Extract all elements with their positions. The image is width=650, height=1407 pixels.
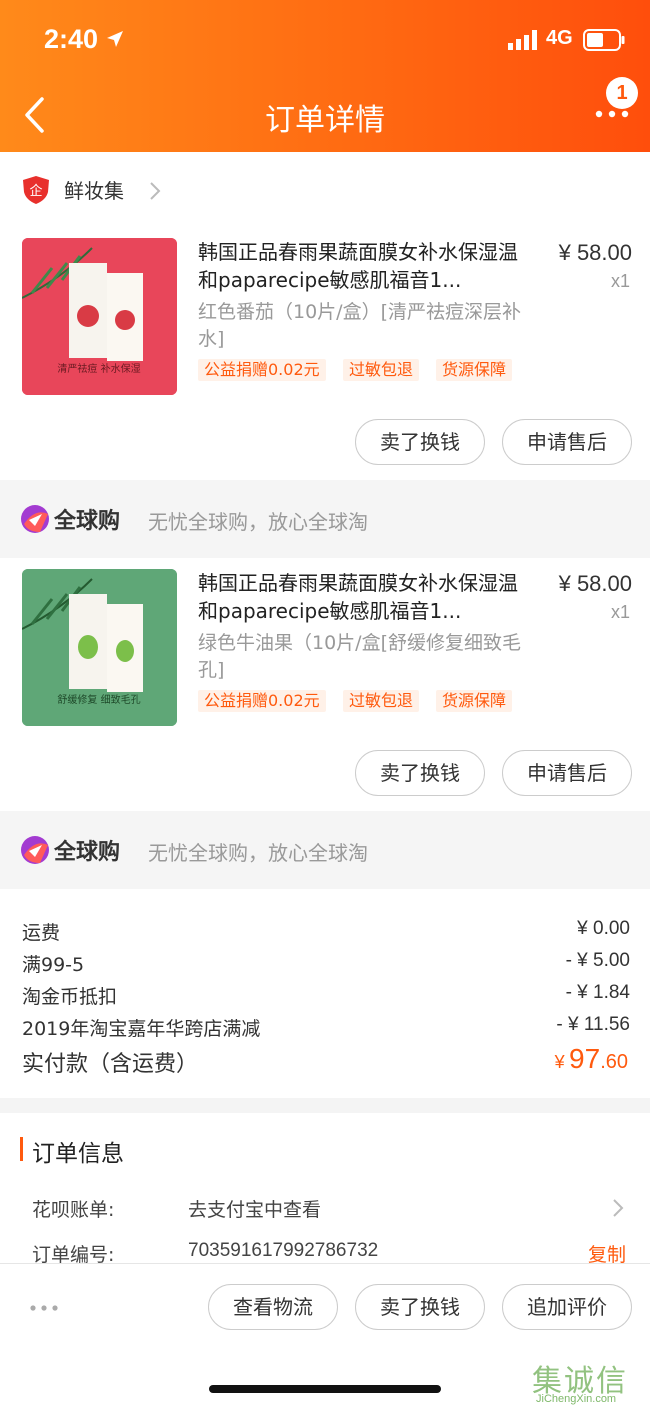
huabei-value[interactable]: 去支付宝中查看 — [188, 1195, 321, 1222]
status-time: 2:40 — [44, 24, 99, 54]
notification-badge: 1 — [606, 77, 638, 109]
svg-text:舒缓修复 细致毛孔: 舒缓修复 细致毛孔 — [57, 693, 140, 706]
product-image-art: 清严祛痘 补水保湿 — [22, 238, 177, 395]
watermark-logo: 集诚信 JiChengXin.com — [532, 1356, 648, 1406]
shop-name[interactable]: 鲜妆集 — [64, 175, 124, 204]
chevron-right-icon[interactable] — [611, 1197, 625, 1219]
product-sku: 红色番茄（10片/盒）[清严祛痘深层补水] — [198, 301, 521, 350]
product-image[interactable]: 舒缓修复 细致毛孔 — [22, 569, 177, 726]
sell-button[interactable]: 卖了换钱 — [355, 1284, 485, 1330]
shield-shop-icon: 企 — [23, 176, 49, 204]
svg-text:全球购: 全球购 — [53, 508, 120, 534]
global-purchase-bar: 全球购 无忧全球购，放心全球淘 — [0, 811, 650, 889]
fee-value: - ¥ 1.84 — [565, 982, 630, 1003]
cellular-signal-icon — [508, 30, 537, 50]
home-indicator[interactable] — [209, 1385, 441, 1393]
fee-label: 运费 — [22, 922, 61, 944]
chevron-right-icon[interactable] — [148, 180, 162, 202]
total-amount: ¥ 97.60 — [555, 1043, 628, 1075]
fee-row-coins: 淘金币抵扣 - ¥ 1.84 — [22, 982, 630, 1012]
add-review-button[interactable]: 追加评价 — [502, 1284, 632, 1330]
tag-charity: 公益捐赠0.02元 — [198, 359, 326, 381]
global-slogan: 无忧全球购，放心全球淘 — [148, 841, 368, 865]
battery-icon — [583, 29, 625, 51]
total-currency: ¥ — [554, 1052, 565, 1072]
huabei-label: 花呗账单: — [32, 1199, 115, 1221]
fee-label: 淘金币抵扣 — [22, 986, 118, 1008]
tag-source-guarantee: 货源保障 — [436, 690, 513, 712]
svg-text:企: 企 — [29, 183, 42, 199]
global-slogan: 无忧全球购，放心全球淘 — [148, 510, 368, 534]
order-number-value: 703591617992786732 — [188, 1240, 379, 1261]
page-title: 订单详情 — [265, 103, 385, 138]
network-type: 4G — [546, 27, 573, 49]
product-image[interactable]: 清严祛痘 补水保湿 — [22, 238, 177, 395]
global-purchase-logo: 全球购 — [21, 505, 120, 534]
tag-source-guarantee: 货源保障 — [436, 359, 513, 381]
fee-label: 2019年淘宝嘉年华跨店满减 — [22, 1018, 261, 1040]
location-arrow-icon — [107, 31, 123, 47]
after-sale-button[interactable]: 申请售后 — [502, 750, 632, 796]
svg-text:全球购: 全球购 — [53, 839, 120, 865]
product-price: ¥ 58.00 — [558, 571, 632, 596]
sell-button[interactable]: 卖了换钱 — [355, 750, 485, 796]
tag-allergy-return: 过敏包退 — [343, 359, 420, 381]
fee-row-shipping: 运费 ¥ 0.00 — [22, 918, 630, 948]
total-label: 实付款（含运费） — [22, 1052, 199, 1077]
product-title[interactable]: 韩国正品春雨果蔬面膜女补水保湿温和paparecipe敏感肌福音1... — [198, 569, 533, 625]
fee-value: - ¥ 5.00 — [565, 950, 630, 971]
total-integer: 97 — [569, 1043, 601, 1074]
view-logistics-button[interactable]: 查看物流 — [208, 1284, 338, 1330]
more-dots-icon[interactable] — [29, 1304, 59, 1312]
section-accent-bar — [20, 1137, 23, 1161]
product-sku: 绿色牛油果（10片/盒[舒缓修复细致毛孔] — [198, 632, 521, 681]
product-image-art: 舒缓修复 细致毛孔 — [22, 569, 177, 726]
sell-button[interactable]: 卖了换钱 — [355, 419, 485, 465]
product-quantity: x1 — [610, 602, 630, 622]
fee-value: ¥ 0.00 — [577, 918, 630, 939]
product-price: ¥ 58.00 — [558, 240, 632, 265]
more-dots-icon[interactable] — [594, 107, 630, 121]
svg-text:清严祛痘 补水保湿: 清严祛痘 补水保湿 — [57, 362, 140, 375]
global-purchase-logo: 全球购 — [21, 836, 120, 865]
watermark-url: JiChengXin.com — [536, 1393, 617, 1405]
product-title[interactable]: 韩国正品春雨果蔬面膜女补水保湿温和paparecipe敏感肌福音1... — [198, 238, 533, 294]
fee-value: - ¥ 11.56 — [556, 1014, 630, 1035]
fee-row-discount: 满99-5 - ¥ 5.00 — [22, 950, 630, 980]
order-info-heading: 订单信息 — [32, 1141, 124, 1167]
tag-charity: 公益捐赠0.02元 — [198, 690, 326, 712]
tag-allergy-return: 过敏包退 — [343, 690, 420, 712]
fee-label: 满99-5 — [22, 954, 85, 976]
total-decimal: .60 — [600, 1051, 628, 1073]
after-sale-button[interactable]: 申请售后 — [502, 419, 632, 465]
navigation-header: 2:40 4G 订单详情 1 — [0, 0, 650, 152]
global-purchase-bar: 全球购 无忧全球购，放心全球淘 — [0, 480, 650, 558]
product-quantity: x1 — [610, 271, 630, 291]
fee-row-carnival: 2019年淘宝嘉年华跨店满减 - ¥ 11.56 — [22, 1014, 630, 1044]
